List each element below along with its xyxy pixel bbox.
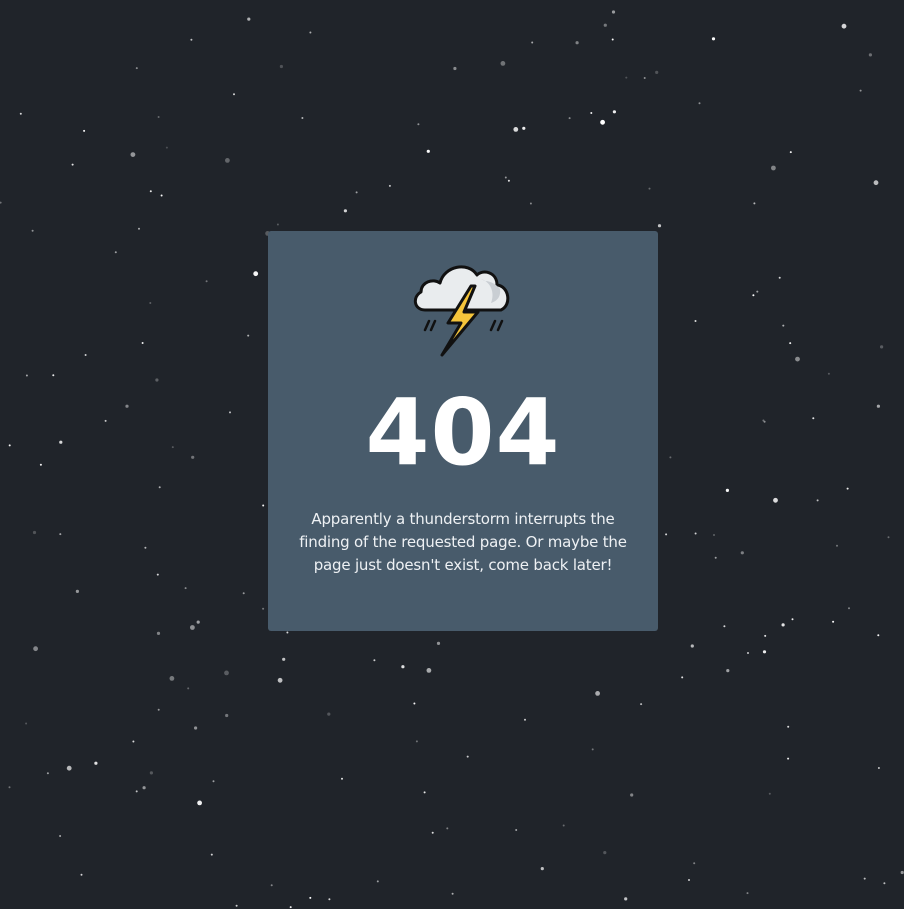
thunderstorm-cloud-icon (413, 265, 510, 357)
error-code: 404 (365, 379, 561, 486)
error-message: Apparently a thunderstorm interrupts the… (299, 510, 627, 574)
error-card: 404 Apparently a thunderstorm interrupts… (268, 231, 658, 631)
